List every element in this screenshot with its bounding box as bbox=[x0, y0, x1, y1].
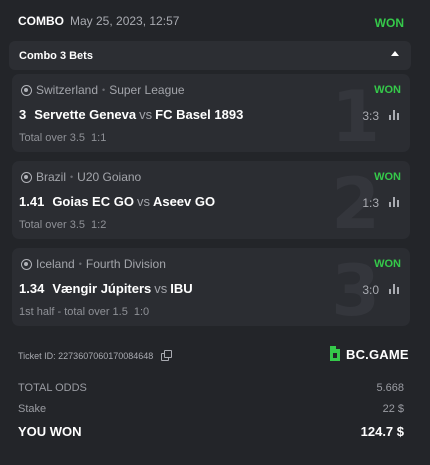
soccer-ball-icon bbox=[21, 259, 32, 270]
leg-market: Total over 3.5 1:2 bbox=[19, 219, 106, 231]
leg-market: 1st half - total over 1.5 1:0 bbox=[19, 306, 149, 318]
leg-away-team: FC Basel 1893 bbox=[155, 107, 244, 122]
leg-home-team: Goias EC GO bbox=[52, 194, 134, 209]
leg-league: Switzerland • Super League bbox=[36, 83, 185, 97]
leg-match-line: 1.41 Goias EC GO vs Aseev GO bbox=[19, 194, 215, 209]
leg-score: 3:3 bbox=[362, 109, 379, 123]
soccer-ball-icon bbox=[21, 85, 32, 96]
bet-leg[interactable]: 1 Switzerland • Super League WON 3 Servette… bbox=[12, 74, 410, 152]
leg-odds: 3 bbox=[19, 107, 27, 122]
total-odds-value: 5.668 bbox=[376, 382, 404, 394]
leg-status-badge: WON bbox=[374, 84, 401, 96]
bet-type-label: COMBO bbox=[18, 14, 64, 28]
statistics-icon[interactable] bbox=[389, 197, 400, 207]
bet-leg[interactable]: 2 Brazil • U20 Goiano WON 1.41 Goias EC GO v… bbox=[12, 161, 410, 239]
brand-name: BC.GAME bbox=[346, 347, 409, 362]
slip-status-badge: WON bbox=[374, 16, 404, 30]
ticket-id: Ticket ID: 2273607060170084648 bbox=[18, 350, 173, 361]
leg-league-name: Fourth Division bbox=[85, 257, 166, 271]
leg-odds: 1.34 bbox=[19, 281, 45, 296]
leg-league-name: Super League bbox=[109, 83, 185, 97]
stake-label: Stake bbox=[18, 403, 47, 415]
total-odds-label: TOTAL ODDS bbox=[18, 382, 87, 394]
soccer-ball-icon bbox=[21, 172, 32, 183]
statistics-icon[interactable] bbox=[389, 110, 400, 120]
leg-status-badge: WON bbox=[374, 258, 401, 270]
copy-icon[interactable] bbox=[161, 350, 173, 361]
leg-country: Brazil bbox=[36, 170, 67, 184]
leg-away-team: IBU bbox=[170, 281, 193, 296]
bets-collapse-toggle[interactable]: Combo 3 Bets bbox=[9, 41, 411, 70]
leg-league-name: U20 Goiano bbox=[77, 170, 142, 184]
leg-market-name: Total over 3.5 bbox=[19, 219, 86, 231]
bet-leg[interactable]: 3 Iceland • Fourth Division WON 1.34 Vængir… bbox=[12, 248, 410, 326]
ticket-id-label: Ticket ID: 2273607060170084648 bbox=[18, 351, 154, 361]
leg-selection: 1:2 bbox=[91, 219, 107, 231]
bets-count-label: Combo 3 Bets bbox=[19, 50, 93, 62]
leg-match-line: 3 Servette Geneva vs FC Basel 1893 bbox=[19, 107, 243, 122]
payout-label: YOU WON bbox=[18, 424, 82, 439]
leg-status-badge: WON bbox=[374, 171, 401, 183]
leg-away-team: Aseev GO bbox=[152, 194, 216, 209]
stake-value: 22 $ bbox=[382, 403, 404, 415]
bc-game-logo-icon bbox=[330, 346, 340, 361]
statistics-icon[interactable] bbox=[389, 284, 400, 294]
leg-score: 1:3 bbox=[362, 196, 379, 210]
caret-up-icon[interactable] bbox=[391, 51, 399, 56]
leg-league: Iceland • Fourth Division bbox=[36, 257, 166, 271]
slip-header: COMBO May 25, 2023, 12:57 WON bbox=[0, 0, 430, 38]
leg-market: Total over 3.5 1:1 bbox=[19, 132, 106, 144]
leg-league: Brazil • U20 Goiano bbox=[36, 170, 142, 184]
bet-slip-card: COMBO May 25, 2023, 12:57 WON Combo 3 Be… bbox=[0, 0, 430, 465]
leg-country: Iceland bbox=[36, 257, 75, 271]
leg-home-team: Vængir Júpiters bbox=[52, 281, 152, 296]
leg-match-line: 1.34 Vængir Júpiters vs IBU bbox=[19, 281, 193, 296]
leg-vs: vs bbox=[154, 281, 168, 296]
leg-country: Switzerland bbox=[36, 83, 99, 97]
leg-selection: 1:0 bbox=[133, 306, 150, 318]
leg-vs: vs bbox=[136, 194, 150, 209]
payout-value: 124.7 $ bbox=[360, 424, 404, 439]
leg-selection: 1:1 bbox=[91, 132, 107, 144]
leg-vs: vs bbox=[139, 107, 153, 122]
leg-market-name: 1st half - total over 1.5 bbox=[19, 306, 128, 318]
leg-score: 3:0 bbox=[362, 283, 379, 297]
leg-odds: 1.41 bbox=[19, 194, 45, 209]
brand-logo: BC.GAME bbox=[328, 345, 409, 363]
leg-home-team: Servette Geneva bbox=[34, 107, 137, 122]
bet-date: May 25, 2023, 12:57 bbox=[70, 14, 180, 28]
leg-market-name: Total over 3.5 bbox=[19, 132, 86, 144]
